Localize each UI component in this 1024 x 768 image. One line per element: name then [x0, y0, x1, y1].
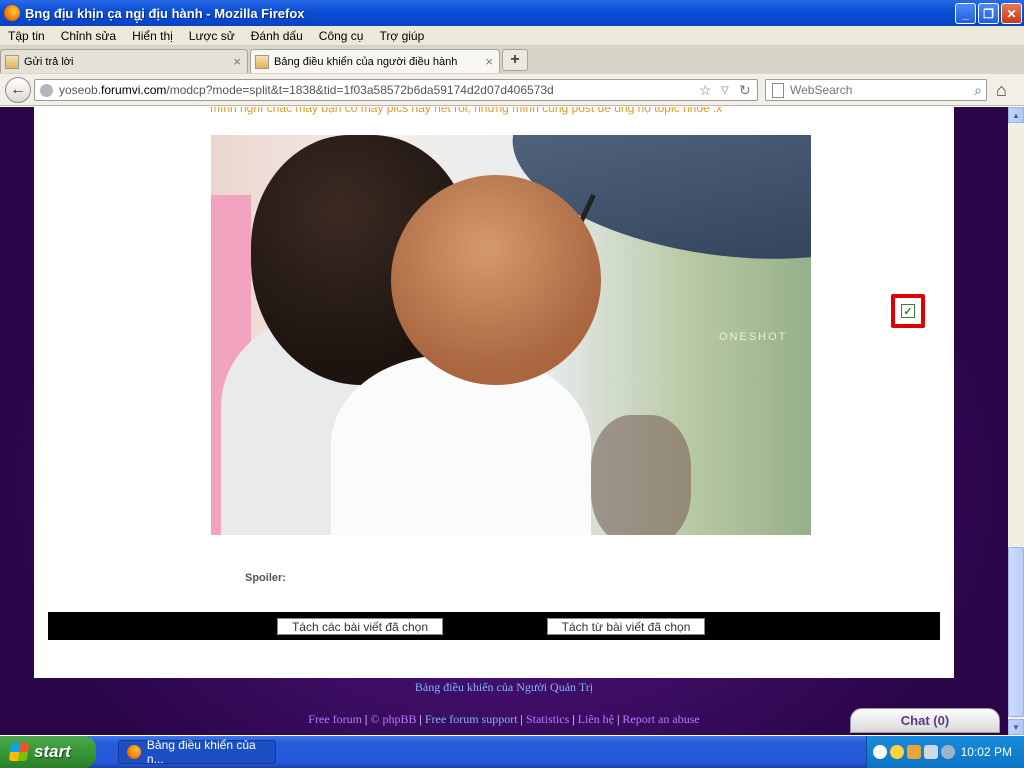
support-link[interactable]: Free forum support: [425, 712, 518, 726]
scroll-thumb[interactable]: [1008, 547, 1024, 717]
firefox-icon: [127, 745, 141, 759]
menu-bookmarks[interactable]: Đánh dấu: [243, 29, 311, 43]
taskbar-clock: 10:02 PM: [960, 745, 1012, 759]
url-bar[interactable]: yoseob.forumvi.com/modcp?mode=split&t=18…: [34, 79, 758, 101]
system-tray: 10:02 PM: [866, 736, 1024, 768]
network-icon[interactable]: [924, 745, 938, 759]
scroll-down-icon[interactable]: ▼: [1008, 719, 1024, 735]
search-engine-icon[interactable]: [772, 82, 784, 98]
tab-close-icon[interactable]: ×: [485, 54, 493, 69]
vertical-scrollbar[interactable]: ▲ ▼: [1008, 107, 1024, 735]
tab-close-icon[interactable]: ×: [233, 54, 241, 69]
chat-button[interactable]: Chat (0): [850, 708, 1000, 733]
search-icon[interactable]: ⌕: [974, 82, 982, 99]
forum-favicon-icon: [255, 54, 269, 69]
new-tab-button[interactable]: +: [502, 49, 528, 71]
copyright-text: ©: [370, 712, 380, 726]
menu-tools[interactable]: Công cụ: [311, 29, 372, 43]
tab-label: Gửi trả lời: [24, 55, 74, 68]
menu-view[interactable]: Hiển thị: [124, 29, 181, 43]
tab-reply[interactable]: Gửi trả lời ×: [0, 49, 248, 73]
menu-edit[interactable]: Chỉnh sửa: [53, 29, 124, 43]
window-title: Ḅng địu khịn c̣a ng̣̣i địu hành - Mo…: [25, 5, 305, 21]
windows-logo-icon: [8, 743, 30, 761]
search-input[interactable]: [790, 83, 950, 97]
contact-link[interactable]: Liên hệ: [578, 712, 614, 726]
minimize-button[interactable]: _: [955, 3, 976, 24]
report-abuse-link[interactable]: Report an abuse: [622, 712, 699, 726]
post-image: ONESHOT: [211, 135, 811, 535]
spoiler-label: Spoiler:: [245, 572, 286, 584]
tray-expand-icon[interactable]: [873, 745, 887, 759]
split-from-selected-button[interactable]: Tách từ bài viết đã chọn: [547, 618, 705, 635]
start-label: start: [34, 742, 71, 761]
statistics-link[interactable]: Statistics: [526, 712, 569, 726]
menu-help[interactable]: Trợ giúp: [371, 29, 432, 43]
url-text: yoseob.forumvi.com/modcp?mode=split&t=18…: [59, 83, 554, 97]
messenger-smiley-icon[interactable]: [890, 745, 904, 759]
free-forum-link[interactable]: Free forum: [308, 712, 362, 726]
firefox-icon: [4, 5, 20, 21]
phpbb-link[interactable]: phpBB: [382, 712, 416, 726]
split-action-bar: Tách các bài viết đã chọn Tách từ bài vi…: [48, 612, 940, 640]
history-dropdown-icon[interactable]: ▽: [721, 85, 729, 96]
scroll-up-icon[interactable]: ▲: [1008, 107, 1024, 123]
bookmark-star-icon[interactable]: ☆: [699, 82, 712, 99]
admin-panel-link[interactable]: Bảng điều khiển của Người Quản Trị: [0, 680, 1008, 695]
taskbar: start Bảng điều khiển của n... 10:02 PM: [0, 736, 1024, 768]
tab-label: Bảng điều khiển của người điều hành: [274, 55, 458, 68]
close-button[interactable]: ✕: [1001, 3, 1022, 24]
navigation-bar: ← yoseob.forumvi.com/modcp?mode=split&t=…: [0, 74, 1024, 106]
post-select-checkbox[interactable]: ✓: [901, 304, 915, 318]
reload-icon[interactable]: ↻: [739, 82, 751, 99]
page-viewport: mình nghĩ chắc mấy bạn có mấy pics này h…: [0, 107, 1008, 735]
restore-button[interactable]: ❐: [978, 3, 999, 24]
post-text: mình nghĩ chắc mấy bạn có mấy pics này h…: [210, 107, 723, 115]
start-button[interactable]: start: [0, 736, 96, 768]
back-button[interactable]: ←: [5, 77, 31, 103]
tray-app-icon[interactable]: [907, 745, 921, 759]
post-select-checkbox-highlight: ✓: [891, 294, 925, 328]
volume-icon[interactable]: [941, 745, 955, 759]
menu-file[interactable]: Tập tin: [0, 29, 53, 43]
split-selected-button[interactable]: Tách các bài viết đã chọn: [277, 618, 443, 635]
home-icon[interactable]: ⌂: [996, 80, 1007, 101]
taskbar-firefox-item[interactable]: Bảng điều khiển của n...: [118, 738, 276, 766]
forum-favicon-icon: [5, 54, 19, 69]
image-watermark: ONESHOT: [719, 331, 788, 343]
site-identity-icon[interactable]: [40, 83, 53, 97]
menu-history[interactable]: Lược sử: [181, 29, 243, 43]
tab-mod-panel[interactable]: Bảng điều khiển của người điều hành ×: [250, 49, 500, 73]
task-label: Bảng điều khiển của n...: [146, 738, 256, 766]
window-titlebar: Ḅng địu khịn c̣a ng̣̣i địu hành - Mo…: [0, 0, 1024, 26]
menu-bar: Tập tin Chỉnh sửa Hiển thị Lược sử Đánh …: [0, 26, 1024, 46]
post-panel: mình nghĩ chắc mấy bạn có mấy pics này h…: [34, 107, 954, 678]
search-bar[interactable]: ⌕: [765, 79, 987, 101]
